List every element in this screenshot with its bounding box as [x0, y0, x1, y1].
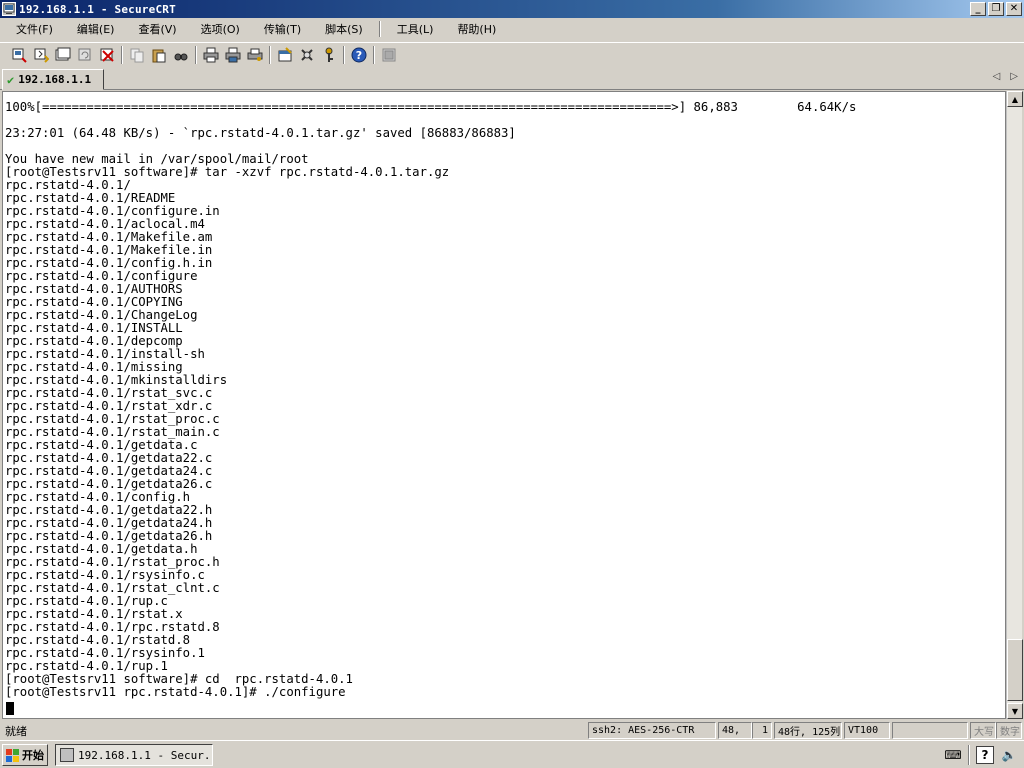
title-bar: 192.168.1.1 - SecureCRT _ ❐ ✕ — [0, 0, 1024, 18]
disconnect-icon[interactable] — [96, 44, 118, 66]
status-bar: 就绪 ssh2: AES-256-CTR 48, 1 48行, 125列 VT1… — [0, 720, 1024, 740]
find-icon[interactable] — [170, 44, 192, 66]
menu-edit[interactable]: 编辑(E) — [65, 21, 127, 37]
minimize-button[interactable]: _ — [970, 2, 986, 16]
terminal-line: 23:27:01 (64.48 KB/s) - `rpc.rstatd-4.0.… — [5, 126, 516, 140]
keyboard-icon[interactable]: ⌨ — [944, 746, 962, 764]
scrollbar-thumb[interactable] — [1007, 639, 1023, 701]
scroll-down-button[interactable]: ▼ — [1007, 703, 1023, 719]
menu-bar: 文件(F) 编辑(E) 查看(V) 选项(O) 传输(T) 脚本(S) 工具(L… — [0, 18, 1024, 40]
restore-button[interactable]: ❐ — [988, 2, 1004, 16]
vertical-scrollbar[interactable]: ▲ ▼ — [1006, 91, 1023, 719]
help-tray-icon[interactable]: ? — [976, 746, 994, 764]
tray-separator — [968, 745, 970, 765]
start-button[interactable]: 开始 — [2, 744, 48, 766]
taskbar-item-label: 192.168.1.1 - Secur... — [78, 748, 213, 762]
toolbar-separator — [121, 45, 123, 64]
paste-icon[interactable] — [148, 44, 170, 66]
status-caps: 大写 — [970, 722, 996, 739]
toolbar-separator — [373, 45, 375, 64]
connect-tab-icon[interactable] — [52, 44, 74, 66]
windows-logo-icon — [6, 748, 19, 762]
tab-scroll-right-icon[interactable]: ▷ — [1010, 71, 1018, 82]
menu-separator — [378, 21, 381, 37]
toolbar-separator — [195, 45, 197, 64]
status-size: 48行, 125列 — [774, 722, 842, 739]
menu-options[interactable]: 选项(O) — [189, 21, 252, 37]
terminal-view[interactable]: 100%[===================================… — [2, 91, 1006, 719]
svg-text:?: ? — [356, 49, 362, 62]
session-options-icon[interactable] — [274, 44, 296, 66]
start-label: 开始 — [22, 749, 44, 762]
taskbar: 开始 192.168.1.1 - Secur... ⌨ ? 🔈 — [0, 740, 1024, 768]
status-cipher: ssh2: AES-256-CTR — [588, 722, 716, 739]
scroll-up-button[interactable]: ▲ — [1007, 91, 1023, 107]
tab-session-192-168-1-1[interactable]: ✔ 192.168.1.1 — [2, 69, 104, 90]
key-icon[interactable] — [318, 44, 340, 66]
print-selection-icon[interactable] — [222, 44, 244, 66]
menu-transfer[interactable]: 传输(T) — [252, 21, 313, 37]
status-col: 1 — [752, 722, 772, 739]
status-blank — [892, 722, 968, 739]
status-num: 数字 — [996, 722, 1022, 739]
terminal-line: [root@Testsrv11 rpc.rstatd-4.0.1]# ./con… — [5, 685, 346, 699]
session-tab-bar: ✔ 192.168.1.1 ◁ ▷ — [0, 67, 1024, 90]
menu-view[interactable]: 查看(V) — [126, 21, 188, 37]
tab-scroll-left-icon[interactable]: ◁ — [993, 71, 1001, 82]
global-options-icon[interactable] — [296, 44, 318, 66]
taskbar-item-securecrt[interactable]: 192.168.1.1 - Secur... — [55, 744, 213, 766]
help-icon[interactable]: ? — [348, 44, 370, 66]
terminal-line: 100%[===================================… — [5, 100, 857, 114]
log-icon[interactable] — [378, 44, 400, 66]
menu-help[interactable]: 帮助(H) — [445, 21, 508, 37]
terminal-cursor — [6, 702, 14, 715]
reconnect-icon[interactable] — [74, 44, 96, 66]
close-button[interactable]: ✕ — [1006, 2, 1022, 16]
terminal-line: [root@Testsrv11 software]# tar -xzvf rpc… — [5, 165, 450, 179]
window-title: 192.168.1.1 - SecureCRT — [19, 2, 176, 16]
menu-script[interactable]: 脚本(S) — [313, 21, 375, 37]
toolbar-separator — [343, 45, 345, 64]
connected-check-icon: ✔ — [7, 72, 15, 87]
quick-connect-icon[interactable] — [30, 44, 52, 66]
status-emulation: VT100 — [844, 722, 890, 739]
securecrt-app-icon[interactable] — [2, 2, 16, 16]
securecrt-taskbar-icon — [60, 748, 74, 762]
print-icon[interactable] — [200, 44, 222, 66]
terminal-output: 100%[===================================… — [5, 101, 856, 699]
menu-tools[interactable]: 工具(L) — [385, 21, 446, 37]
toolbar-separator — [269, 45, 271, 64]
status-text: 就绪 — [5, 725, 27, 738]
speaker-icon[interactable]: 🔈 — [1000, 746, 1018, 764]
system-tray: ⌨ ? 🔈 — [944, 744, 1024, 766]
print-setup-icon[interactable] — [244, 44, 266, 66]
tab-label: 192.168.1.1 — [18, 73, 92, 86]
copy-icon[interactable] — [126, 44, 148, 66]
status-row: 48, — [718, 722, 752, 739]
menu-file[interactable]: 文件(F) — [4, 21, 65, 37]
toolbar: ? — [0, 42, 1024, 66]
connect-icon[interactable] — [8, 44, 30, 66]
